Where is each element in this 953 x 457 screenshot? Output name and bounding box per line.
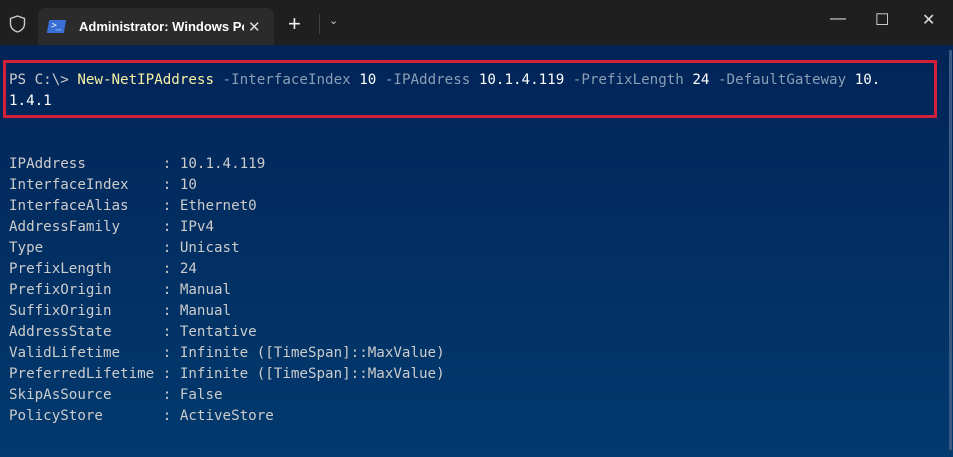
param: -DefaultGateway — [709, 72, 855, 88]
new-tab-button[interactable]: + — [288, 11, 301, 37]
output-line: SuffixOrigin : Manual — [9, 303, 232, 319]
close-window-button[interactable]: ✕ — [922, 10, 935, 30]
command-line: PS C:\> New-NetIPAddress -InterfaceIndex… — [9, 70, 880, 91]
output-line: AddressFamily : IPv4 — [9, 219, 214, 235]
value: 10 — [359, 72, 377, 88]
output-line: IPAddress : 10.1.4.119 — [9, 156, 266, 172]
maximize-button[interactable]: ☐ — [875, 10, 889, 30]
output-line: PolicyStore : ActiveStore — [9, 408, 274, 424]
divider — [319, 14, 320, 34]
value: 24 — [692, 72, 710, 88]
tab-powershell[interactable]: >_ Administrator: Windows Powe ✕ — [38, 8, 274, 45]
value: 10.1.4.119 — [478, 72, 565, 88]
output-line: InterfaceIndex : 10 — [9, 177, 197, 193]
prompt: PS C:\> — [9, 72, 78, 88]
scrollbar[interactable] — [949, 50, 952, 450]
shield-icon — [9, 15, 26, 33]
output-line: ValidLifetime : Infinite ([TimeSpan]::Ma… — [9, 345, 445, 361]
tab-title: Administrator: Windows Powe — [79, 19, 244, 34]
param: -IPAddress — [376, 72, 479, 88]
minimize-button[interactable]: — — [830, 10, 846, 28]
output-line: PrefixLength : 24 — [9, 261, 197, 277]
title-bar: >_ Administrator: Windows Powe ✕ + ⌄ — ☐… — [0, 0, 953, 45]
command-line-wrap: 1.4.1 — [9, 93, 52, 109]
output-line: AddressState : Tentative — [9, 324, 257, 340]
output-line: SkipAsSource : False — [9, 387, 223, 403]
close-tab-button[interactable]: ✕ — [248, 18, 261, 36]
param: -InterfaceIndex — [214, 72, 360, 88]
output-line: PrefixOrigin : Manual — [9, 282, 232, 298]
output-line: Type : Unicast — [9, 240, 240, 256]
powershell-icon: >_ — [46, 20, 67, 33]
output-line: InterfaceAlias : Ethernet0 — [9, 198, 257, 214]
cmdlet: New-NetIPAddress — [77, 72, 215, 88]
value: 10. — [854, 72, 881, 88]
param: -PrefixLength — [564, 72, 693, 88]
dropdown-button[interactable]: ⌄ — [329, 14, 338, 27]
output-line: PreferredLifetime : Infinite ([TimeSpan]… — [9, 366, 445, 382]
